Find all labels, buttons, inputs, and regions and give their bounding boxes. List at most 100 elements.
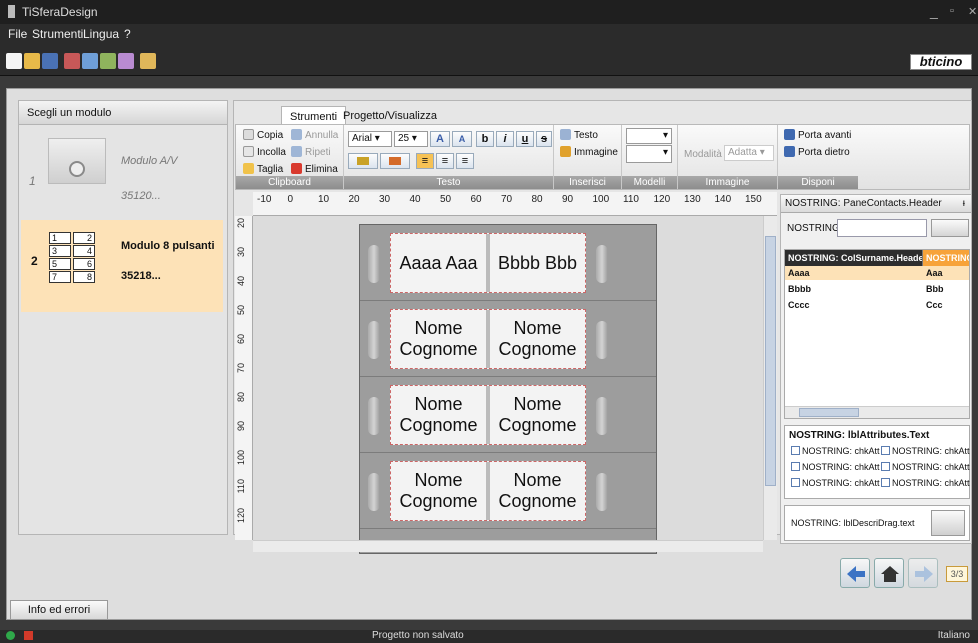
- nameplate[interactable]: Nome Cognome Nome Cognome: [390, 309, 586, 369]
- italic-button[interactable]: i: [496, 131, 514, 147]
- bold-button[interactable]: b: [476, 131, 494, 147]
- mode-select[interactable]: Adatta ▾: [724, 145, 774, 161]
- menu-lingua[interactable]: Lingua: [83, 27, 119, 41]
- new-file-icon[interactable]: [6, 53, 22, 69]
- grow-font-button[interactable]: A: [430, 131, 450, 147]
- model-select-2[interactable]: ▾: [626, 145, 672, 163]
- underline-button[interactable]: u: [516, 131, 534, 147]
- maximize-icon[interactable]: ▫: [950, 5, 954, 17]
- attribute-checkbox[interactable]: NOSTRING: chkAtt: [791, 462, 880, 472]
- contacts-search-button[interactable]: [931, 219, 969, 237]
- table-cell[interactable]: Bbb: [923, 282, 944, 296]
- text-color-button[interactable]: [380, 153, 410, 169]
- module-code: 35218...: [121, 270, 161, 282]
- strike-button[interactable]: s: [536, 131, 552, 147]
- tools-icon[interactable]: [100, 53, 116, 69]
- home-button[interactable]: [874, 558, 904, 588]
- col-surname-header[interactable]: NOSTRING: ColSurname.Header: [785, 250, 923, 266]
- nameplate-text-left[interactable]: Nome Cognome: [391, 310, 486, 368]
- col-name-header[interactable]: NOSTRING:: [923, 250, 969, 266]
- table-cell[interactable]: Bbbb: [785, 282, 811, 296]
- mode-value: Adatta: [728, 147, 757, 158]
- fill-color-button[interactable]: [348, 153, 378, 169]
- nameplate[interactable]: Nome Cognome Nome Cognome: [390, 461, 586, 521]
- slot-6: 6: [73, 258, 95, 270]
- button-knob-right[interactable]: [596, 397, 608, 435]
- nameplate-text-left[interactable]: Aaaa Aaa: [391, 234, 486, 292]
- table-horizontal-scrollbar[interactable]: [785, 406, 969, 418]
- paste-button[interactable]: Incolla: [243, 146, 286, 158]
- delete-button[interactable]: Elimina: [291, 163, 338, 175]
- nameplate-text-right[interactable]: Nome Cognome: [490, 386, 585, 444]
- redo-button[interactable]: Ripeti: [291, 146, 331, 158]
- size-select[interactable]: 25 ▾: [394, 131, 428, 147]
- button-knob-left[interactable]: [368, 321, 380, 359]
- shrink-font-button[interactable]: A: [452, 131, 472, 147]
- module-item-8-buttons[interactable]: 1 2 3 4 5 6 7 8 2 Modulo 8 pulsanti 3521…: [21, 220, 223, 312]
- attribute-checkbox[interactable]: NOSTRING: chkAtt: [791, 478, 880, 488]
- checkbox-label: NOSTRING: chkAtt: [892, 478, 970, 488]
- button-knob-left[interactable]: [368, 397, 380, 435]
- font-select[interactable]: Arial ▾: [348, 131, 392, 147]
- info-errors-button[interactable]: Info ed errori: [10, 600, 108, 620]
- back-arrow-button[interactable]: [840, 558, 870, 588]
- insert-text-button[interactable]: Testo: [560, 129, 598, 141]
- export-icon[interactable]: [82, 53, 98, 69]
- bring-forward-button[interactable]: Porta avanti: [784, 129, 851, 141]
- menu-strumenti[interactable]: Strumenti: [32, 27, 83, 41]
- canvas-horizontal-scrollbar[interactable]: [253, 540, 763, 552]
- align-right-button[interactable]: ≡: [456, 153, 474, 169]
- modules-dropdown-icon[interactable]: [140, 53, 156, 69]
- forward-arrow-button[interactable]: [908, 558, 938, 588]
- delete-label: Elimina: [305, 164, 338, 175]
- table-cell[interactable]: Cccc: [785, 298, 810, 312]
- ruler-tick-label: 0: [287, 194, 294, 205]
- align-left-button[interactable]: ≡: [416, 153, 434, 169]
- insert-image-button[interactable]: Immagine: [560, 146, 618, 158]
- send-back-button[interactable]: Porta dietro: [784, 146, 850, 158]
- redo-label: Ripeti: [305, 147, 331, 158]
- button-knob-right[interactable]: [596, 321, 608, 359]
- button-knob-left[interactable]: [368, 473, 380, 511]
- nameplate-text-right[interactable]: Nome Cognome: [490, 310, 585, 368]
- button-knob-left[interactable]: [368, 245, 380, 283]
- tab-progetto[interactable]: Progetto/Visualizza: [335, 106, 445, 126]
- close-icon[interactable]: ✕: [968, 5, 977, 18]
- nameplate-text-right[interactable]: Bbbb Bbb: [490, 234, 585, 292]
- nameplate-text-left[interactable]: Nome Cognome: [391, 386, 486, 444]
- cut-button[interactable]: Taglia: [243, 163, 283, 175]
- model-select-1[interactable]: ▾: [626, 128, 672, 144]
- align-center-button[interactable]: ≡: [436, 153, 454, 169]
- pin-icon[interactable]: ᵼ: [963, 198, 965, 209]
- module-item-av[interactable]: 1 Modulo A/V 35120...: [21, 128, 223, 220]
- button-knob-right[interactable]: [596, 245, 608, 283]
- nameplate[interactable]: Nome Cognome Nome Cognome: [390, 385, 586, 445]
- import-icon[interactable]: [64, 53, 80, 69]
- undo-button[interactable]: Annulla: [291, 129, 338, 141]
- copy-button[interactable]: Copia: [243, 129, 283, 141]
- save-icon[interactable]: [42, 53, 58, 69]
- attribute-checkbox[interactable]: NOSTRING: chkAtt: [791, 446, 880, 456]
- attribute-checkbox[interactable]: NOSTRING: chkAtt: [881, 478, 970, 488]
- transfer-icon[interactable]: [118, 53, 134, 69]
- nameplate-text-right[interactable]: Nome Cognome: [490, 462, 585, 520]
- canvas-vertical-scrollbar[interactable]: [763, 216, 777, 540]
- table-cell[interactable]: Aaaa: [785, 266, 810, 280]
- scroll-thumb[interactable]: [765, 236, 776, 486]
- minimize-icon[interactable]: _: [930, 3, 938, 19]
- nameplate[interactable]: Aaaa Aaa Bbbb Bbb: [390, 233, 586, 293]
- scroll-thumb[interactable]: [799, 408, 859, 417]
- drag-target-button[interactable]: [931, 510, 965, 536]
- cut-label: Taglia: [257, 164, 284, 175]
- table-cell[interactable]: Aaa: [923, 266, 943, 280]
- table-cell[interactable]: Ccc: [923, 298, 943, 312]
- open-folder-icon[interactable]: [24, 53, 40, 69]
- nameplate-text-left[interactable]: Nome Cognome: [391, 462, 486, 520]
- contacts-search-input[interactable]: [837, 219, 927, 237]
- menu-file[interactable]: File: [8, 27, 27, 41]
- attribute-checkbox[interactable]: NOSTRING: chkAtt: [881, 446, 970, 456]
- group-label: Testo: [344, 176, 553, 189]
- menu-help[interactable]: ?: [124, 27, 131, 41]
- button-knob-right[interactable]: [596, 473, 608, 511]
- attribute-checkbox[interactable]: NOSTRING: chkAtt: [881, 462, 970, 472]
